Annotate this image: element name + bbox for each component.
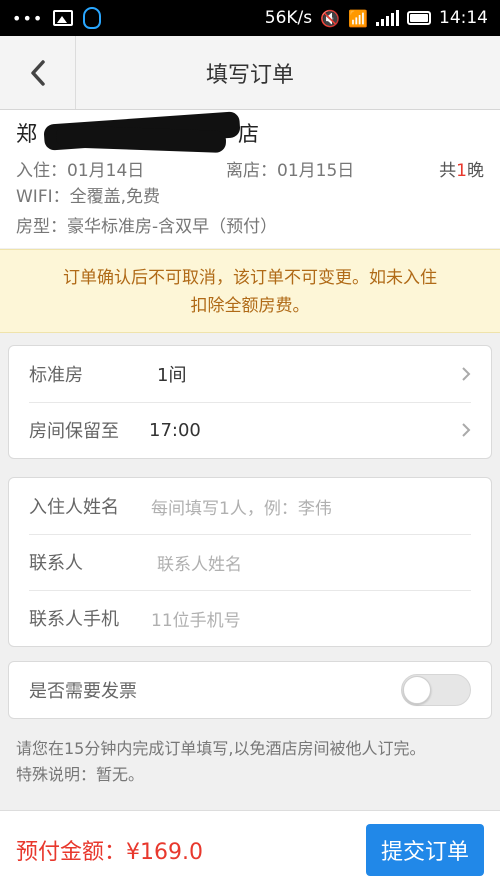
contact-phone-row: 联系人手机 11位手机号 — [9, 590, 491, 646]
overflow-dots-icon: ••• — [12, 8, 44, 28]
time-limit-tip: 请您在15分钟内完成订单填写,以免酒店房间被他人订完。 — [16, 739, 426, 758]
contact-phone-label: 联系人手机 — [29, 609, 119, 630]
mute-icon: 🔇 — [320, 8, 341, 28]
contact-name-input[interactable]: 联系人姓名 — [157, 550, 242, 575]
status-time: 14:14 — [439, 8, 488, 28]
prepay-total: 预付金额：¥169.0 — [16, 840, 203, 865]
signal-icon — [376, 10, 399, 26]
status-bar: ••• 56K/s 🔇 📶 14:14 — [0, 0, 500, 36]
check-out-date: 离店：01月15日 — [226, 160, 355, 181]
hold-until-value: 17:00 — [149, 419, 201, 441]
guest-card: 入住人姓名 每间填写1人，例：李伟 联系人 联系人姓名 联系人手机 11位手机号 — [8, 477, 492, 647]
hold-until-label: 房间保留至 — [29, 421, 119, 442]
special-note: 特殊说明：暂无。 — [16, 765, 145, 784]
battery-icon — [407, 11, 431, 25]
submit-order-button[interactable]: 提交订单 — [366, 824, 484, 876]
room-type-label: 标准房 — [29, 365, 83, 386]
check-in-date: 入住：01月14日 — [16, 160, 145, 181]
hotel-name: 郑 店 — [16, 111, 484, 153]
chevron-right-icon — [462, 367, 471, 381]
room-type: 房型：豪华标准房-含双早（预付） — [16, 217, 278, 237]
room-count-row[interactable]: 标准房 1间 — [9, 346, 491, 402]
room-count-value: 1间 — [157, 365, 187, 386]
footer-bar: 预付金额：¥169.0 提交订单 — [0, 810, 500, 889]
hold-until-row[interactable]: 房间保留至 17:00 — [9, 402, 491, 458]
back-button[interactable] — [0, 36, 76, 109]
navigation-bar: 填写订单 — [0, 36, 500, 110]
guest-name-label: 入住人姓名 — [29, 497, 119, 518]
toggle-knob — [403, 676, 431, 704]
wifi-icon: 📶 — [348, 8, 368, 28]
invoice-card: 是否需要发票 — [8, 661, 492, 719]
chevron-left-icon — [30, 59, 45, 86]
tips: 请您在15分钟内完成订单填写,以免酒店房间被他人订完。 特殊说明：暂无。 — [16, 736, 486, 788]
guest-name-input[interactable]: 每间填写1人，例：李伟 — [151, 494, 332, 519]
qq-notification-icon — [83, 7, 102, 29]
wifi-info: WIFI：全覆盖,免费 — [16, 187, 161, 207]
page-title: 填写订单 — [205, 62, 294, 88]
cancellation-notice: 订单确认后不可取消，该订单不可变更。如未入住 扣除全额房费。 — [0, 249, 500, 333]
contact-name-row: 联系人 联系人姓名 — [9, 534, 491, 590]
hotel-info: 郑 店 入住：01月14日 离店：01月15日 共1晚 WIFI：全覆盖,免费 … — [0, 110, 500, 248]
invoice-row: 是否需要发票 — [9, 662, 491, 718]
room-card: 标准房 1间 房间保留至 17:00 — [8, 345, 492, 459]
invoice-label: 是否需要发票 — [29, 681, 137, 702]
image-notification-icon — [53, 10, 74, 26]
nights-count: 共1晚 — [439, 160, 484, 181]
network-speed: 56K/s — [264, 8, 313, 28]
redaction-scribble — [55, 125, 227, 153]
contact-name-label: 联系人 — [29, 553, 83, 574]
chevron-right-icon — [462, 423, 471, 437]
invoice-toggle[interactable] — [401, 674, 471, 706]
guest-name-row: 入住人姓名 每间填写1人，例：李伟 — [9, 478, 491, 534]
contact-phone-input[interactable]: 11位手机号 — [151, 606, 241, 631]
